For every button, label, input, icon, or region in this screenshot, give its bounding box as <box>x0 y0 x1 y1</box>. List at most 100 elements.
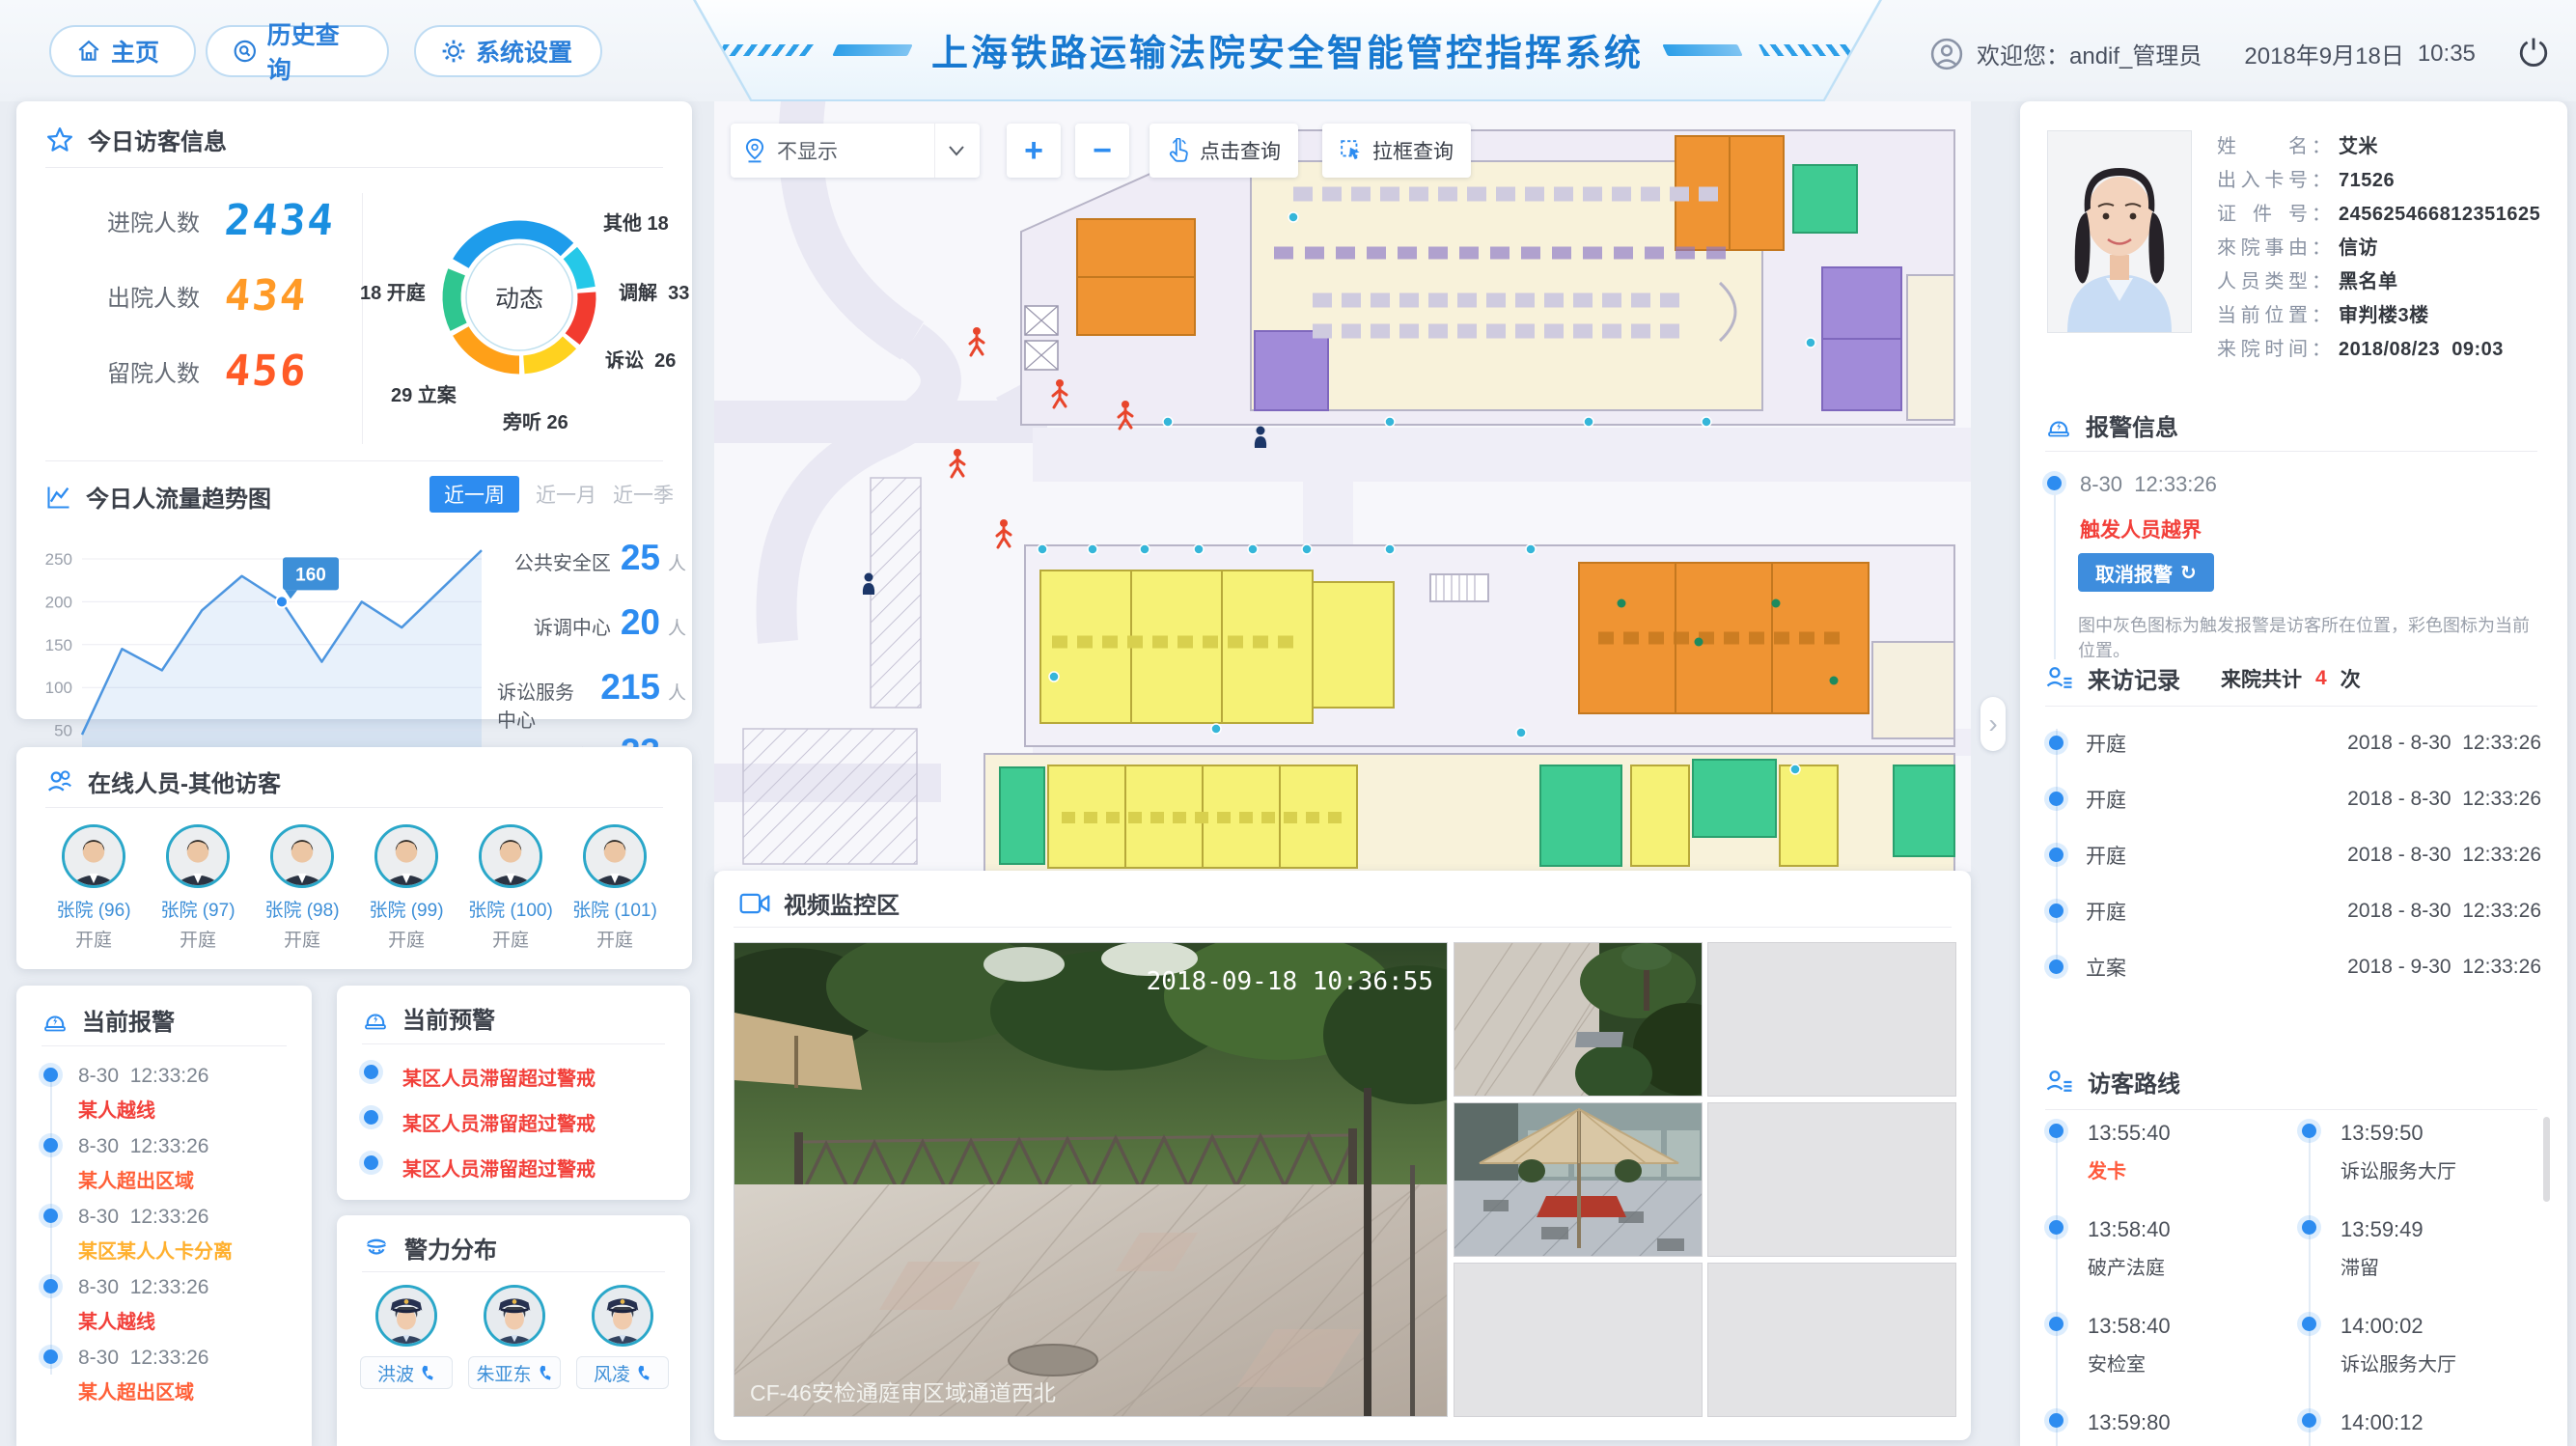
person-field-row: 来院时间 ： 2018/08/23 09:03 <box>2217 337 2540 362</box>
visit-count-number: 4 <box>2315 666 2327 689</box>
nav-settings-button[interactable]: 系统设置 <box>414 25 602 77</box>
stat-value: 456 <box>222 347 310 396</box>
alarm-item[interactable]: 8-30 12:33:26 某人越线 <box>43 1276 285 1347</box>
nav-history-button[interactable]: 历史查询 <box>206 22 389 84</box>
route-time: 14:00:02 <box>2341 1314 2424 1338</box>
stat-row: 进院人数 2434 <box>55 196 345 245</box>
donut-segment-label: 调解 33 <box>619 283 690 304</box>
visit-record-row[interactable]: 开庭 2018 - 8-30 12:33:26 <box>2049 715 2541 771</box>
route-person-icon <box>2046 1070 2072 1092</box>
box-select-icon <box>1341 140 1360 160</box>
person-field-row: 姓名 ： 艾米 <box>2217 134 2540 159</box>
area-stat-value: 25 <box>620 538 660 577</box>
field-separator: ： <box>2312 204 2331 225</box>
route-time: 13:59:49 <box>2341 1217 2424 1241</box>
officer-call-button[interactable]: 风凌 <box>576 1356 669 1389</box>
alarm-item[interactable]: 8-30 12:33:26 某人超出区域 <box>43 1347 285 1417</box>
alarm-info-note: 图中灰色图标为触发报警是访客所在位置，彩色图标为当前位置。 <box>2078 616 2530 660</box>
visitor-item[interactable]: 张院 (101) 开庭 <box>563 824 667 952</box>
map-click-query-button[interactable]: 点击查询 <box>1150 124 1298 178</box>
warning-item[interactable]: 某区人员滞留超过警戒 <box>364 1108 673 1154</box>
power-button[interactable] <box>2517 35 2550 72</box>
alarm-siren-icon <box>2048 421 2069 436</box>
route-item: 13:59:50 诉讼服务大厅 <box>2302 1121 2539 1217</box>
map-zoom-out-button[interactable]: − <box>1075 124 1129 178</box>
person-photo-image <box>2048 131 2191 332</box>
field-label: 姓名 <box>2217 136 2308 157</box>
area-stat-label: 诉讼服务中心 <box>497 682 574 732</box>
male-avatar-icon <box>377 827 435 885</box>
alarm-item[interactable]: 8-30 12:33:26 某区某人人卡分离 <box>43 1206 285 1276</box>
officer-call-button[interactable]: 洪波 <box>360 1356 453 1389</box>
nav-history-label: 历史查询 <box>266 22 340 84</box>
siren-icon <box>44 1015 66 1031</box>
avatar <box>270 824 334 888</box>
phone-icon <box>540 1365 551 1380</box>
route-time: 13:55:40 <box>2088 1121 2171 1145</box>
police-card: 警力分布 洪波 朱亚东 风凌 <box>337 1215 690 1446</box>
warning-item[interactable]: 某区人员滞留超过警戒 <box>364 1063 673 1108</box>
video-tile-empty-1[interactable] <box>1707 942 1956 1097</box>
alarm-text: 某区某人人卡分离 <box>78 1241 233 1263</box>
floorplan-map[interactable] <box>705 78 1971 873</box>
timeline-dot <box>2049 792 2064 806</box>
officer-call-button[interactable]: 朱亚东 <box>468 1356 561 1389</box>
timeline-dot <box>364 1155 378 1170</box>
avatar <box>375 1285 437 1347</box>
video-tile-entrance[interactable] <box>1454 1102 1703 1257</box>
warning-list: 某区人员滞留超过警戒 某区人员滞留超过警戒 某区人员滞留超过警戒 <box>364 1063 673 1199</box>
warning-item[interactable]: 某区人员滞留超过警戒 <box>364 1154 673 1199</box>
visitor-item[interactable]: 张院 (98) 开庭 <box>250 824 354 952</box>
main-video-feed[interactable]: 2018-09-18 10:36:55 CF-46安检通庭审区域通道西北 <box>734 942 1448 1417</box>
timeline-dot <box>2047 476 2062 490</box>
area-stat-row: 诉讼服务中心 215 人 <box>497 667 686 732</box>
video-tile-empty-3[interactable] <box>1454 1263 1703 1417</box>
person-field-row: 人员类型 ： 黑名单 <box>2217 269 2540 294</box>
panel-collapse-handle[interactable]: › <box>1980 697 2006 751</box>
cancel-alarm-button[interactable]: 取消报警 ↻ <box>2078 553 2214 592</box>
visit-record-row[interactable]: 开庭 2018 - 8-30 12:33:26 <box>2049 827 2541 883</box>
map-box-query-button[interactable]: 拉框查询 <box>1322 124 1471 178</box>
timeline-dot <box>43 1349 58 1364</box>
route-time: 13:59:50 <box>2341 1121 2424 1145</box>
visitor-item[interactable]: 张院 (100) 开庭 <box>458 824 563 952</box>
stat-label: 留院人数 <box>107 361 200 387</box>
alarm-item[interactable]: 8-30 12:33:26 某人越线 <box>43 1065 285 1135</box>
map-layer-select[interactable]: 不显示 <box>731 124 980 178</box>
tab-quarter[interactable]: 近一季 <box>613 480 674 509</box>
visit-record-time: 2018 - 9-30 12:33:26 <box>2347 956 2541 978</box>
visit-count-suffix: 次 <box>2340 668 2361 691</box>
video-tile-garden[interactable] <box>1454 942 1703 1097</box>
video-tile-empty-2[interactable] <box>1707 1102 1956 1257</box>
field-separator: ： <box>2312 170 2331 191</box>
map-zoom-in-button[interactable]: + <box>1007 124 1061 178</box>
tab-week[interactable]: 近一周 <box>429 476 519 513</box>
officer-name: 洪波 <box>376 1364 414 1385</box>
visitor-item[interactable]: 张院 (97) 开庭 <box>146 824 250 952</box>
nav-home-button[interactable]: 主页 <box>49 25 196 77</box>
donut-center-label: 动态 <box>494 286 543 313</box>
dashboard-root: 主页 历史查询 系统设置 上海铁路运输法院安全智能管控指挥系统 欢迎您：andi… <box>0 0 2576 1446</box>
field-label: 來院事由 <box>2217 237 2308 259</box>
route-scrollbar[interactable] <box>2543 1117 2550 1202</box>
visit-record-row[interactable]: 立案 2018 - 9-30 12:33:26 <box>2049 939 2541 995</box>
visit-record-row[interactable]: 开庭 2018 - 8-30 12:33:26 <box>2049 771 2541 827</box>
user-circle-icon <box>1930 38 1963 70</box>
video-tile-empty-4[interactable] <box>1707 1263 1956 1417</box>
timeline-dot <box>2302 1124 2316 1138</box>
visit-record-row[interactable]: 开庭 2018 - 8-30 12:33:26 <box>2049 883 2541 939</box>
visitor-item[interactable]: 张院 (99) 开庭 <box>354 824 458 952</box>
visitor-item[interactable]: 张院 (96) 开庭 <box>42 824 146 952</box>
alarm-item[interactable]: 8-30 12:33:26 某人超出区域 <box>43 1135 285 1206</box>
tab-month[interactable]: 近一月 <box>536 480 596 509</box>
field-separator: ： <box>2312 271 2331 292</box>
alarm-text: 某人越线 <box>78 1312 155 1333</box>
middle-building <box>1024 544 1955 747</box>
header-time: 10:35 <box>2417 40 2476 67</box>
timeline-dot <box>2302 1220 2316 1235</box>
star-icon <box>47 126 72 152</box>
field-value: 2018/08/23 09:03 <box>2339 339 2504 360</box>
dropdown-separator <box>934 124 935 178</box>
area-stat-row: 诉调中心 20 人 <box>497 602 686 667</box>
police-list: 洪波 朱亚东 风凌 <box>352 1285 677 1389</box>
